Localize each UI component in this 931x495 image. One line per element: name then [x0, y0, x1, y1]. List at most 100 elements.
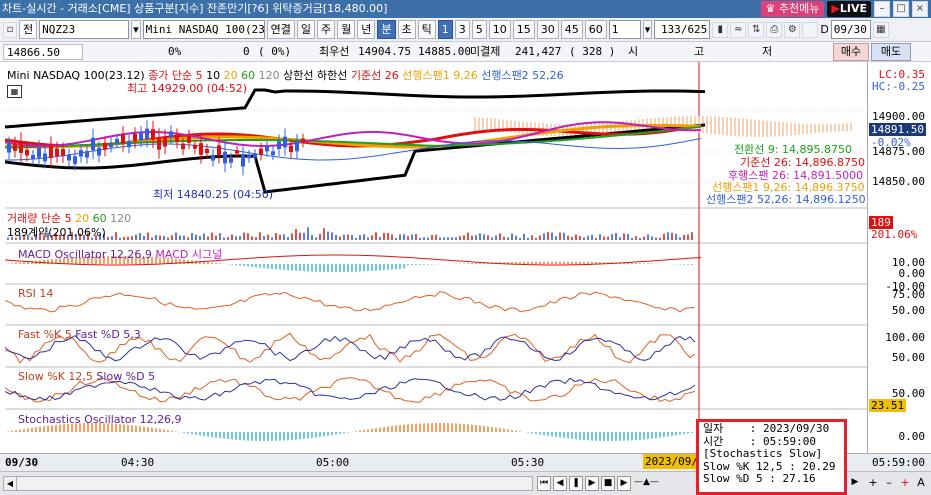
- chart-type-icon[interactable]: ▮: [712, 21, 729, 38]
- candle-body: [43, 153, 47, 162]
- symbol-search-icon[interactable]: ▾: [131, 20, 141, 39]
- week-button[interactable]: 주: [317, 20, 336, 39]
- volume-bar: [115, 232, 117, 240]
- volume-bar: [255, 237, 257, 240]
- scroll-left-icon[interactable]: ◀: [4, 477, 17, 490]
- date-input[interactable]: 09/30: [830, 20, 871, 39]
- compare-icon[interactable]: ⇅: [748, 21, 765, 38]
- tooltip-time-label: 시간: [703, 434, 724, 448]
- stoch-osc-bar: [147, 427, 149, 432]
- interval-5-button[interactable]: 5: [471, 20, 487, 39]
- interval-3-button[interactable]: 3: [454, 20, 470, 39]
- stoch-osc-bar: [243, 432, 245, 441]
- next-icon[interactable]: ▶: [617, 476, 631, 491]
- volume-bar: [367, 237, 369, 240]
- volume-bar: [259, 232, 261, 240]
- tick-button[interactable]: 틱: [417, 20, 436, 39]
- stoch-osc-bar: [403, 424, 405, 432]
- stoch-osc-bar: [331, 432, 333, 436]
- volume-bar: [667, 232, 669, 240]
- value-axis[interactable]: LC:0.35 HC:-0.25 14900.00 14875.00 14850…: [867, 62, 931, 453]
- calendar-icon[interactable]: ▦: [872, 21, 889, 38]
- lock-icon[interactable]: ▫: [3, 21, 17, 38]
- candle-body: [163, 137, 167, 147]
- candle-body: [265, 146, 269, 152]
- auto-icon[interactable]: A: [914, 476, 928, 491]
- macd-bar: [475, 262, 477, 264]
- day-button[interactable]: 일: [296, 20, 316, 39]
- stoch-osc-bar: [27, 428, 29, 432]
- zoom-out-icon[interactable]: –: [882, 476, 896, 491]
- sell-button[interactable]: 매도: [871, 43, 911, 61]
- macd-bar: [635, 263, 637, 264]
- second-button[interactable]: 초: [397, 20, 416, 39]
- volume-bar: [635, 236, 637, 240]
- print-icon[interactable]: ⎙: [766, 21, 783, 38]
- first-icon[interactable]: ⏮: [537, 476, 551, 491]
- link-button[interactable]: 연결: [266, 20, 295, 39]
- interval-30-button[interactable]: 30: [536, 20, 559, 39]
- stoch-osc-bar: [647, 432, 649, 440]
- macd-bar: [367, 264, 369, 272]
- interval-15-button[interactable]: 15: [512, 20, 535, 39]
- macd-bar: [579, 261, 581, 264]
- macd-bar: [403, 264, 405, 269]
- jeon-button[interactable]: 전: [19, 20, 38, 39]
- interval-dropdown-icon[interactable]: ▾: [642, 20, 653, 39]
- macd-bar: [375, 264, 377, 271]
- year-button[interactable]: 년: [357, 20, 376, 39]
- stop-icon[interactable]: ■: [601, 476, 615, 491]
- stoch-osc-bar: [495, 427, 497, 432]
- indicator-icon[interactable]: ≈: [730, 21, 747, 38]
- maximize-button[interactable]: □: [893, 1, 909, 17]
- current-pct-tag: -0.02%: [871, 136, 911, 149]
- best-price-label: 최우선: [319, 45, 350, 58]
- interval-45-button[interactable]: 45: [560, 20, 583, 39]
- zoom-in-icon[interactable]: +: [866, 476, 880, 491]
- tooltip-slow-d: Slow %D 5 : 27.16: [703, 472, 816, 485]
- chart-scrollbar[interactable]: ◀: [3, 476, 533, 491]
- chart-area[interactable]: Mini NASDAQ 100(23.12) 종가 단순 5 10 20 60 …: [0, 62, 931, 453]
- stoch-osc-bar: [463, 423, 465, 432]
- recommend-menu-button[interactable]: ♛ 추천메뉴: [760, 1, 825, 17]
- d-checkbox[interactable]: [802, 21, 819, 38]
- buy-button[interactable]: 매수: [833, 43, 869, 61]
- minimize-button[interactable]: –: [874, 1, 890, 17]
- stoch-osc-bar: [519, 431, 521, 432]
- volume-bar: [127, 236, 129, 240]
- volume-bar: [671, 232, 673, 240]
- stoch-osc-bar: [251, 432, 253, 441]
- stoch-osc-bar: [375, 428, 377, 432]
- close-button[interactable]: ×: [912, 1, 928, 17]
- settings-icon[interactable]: ⚙: [784, 21, 801, 38]
- volume-bar: [275, 233, 277, 240]
- volume-bar: [523, 233, 525, 240]
- zoom-slider[interactable]: —▲—: [634, 476, 694, 491]
- volume-bar: [163, 236, 165, 240]
- volume-bar: [331, 232, 333, 240]
- stoch-osc-bar: [263, 432, 265, 441]
- stoch-osc-bar: [555, 432, 557, 437]
- prev-icon[interactable]: ◀: [553, 476, 567, 491]
- volume-bar: [563, 232, 565, 240]
- candle-body: [139, 132, 143, 141]
- interval-60-button[interactable]: 60: [584, 20, 607, 39]
- volume-bar: [603, 236, 605, 240]
- fast-pane-title: Fast %K 5 Fast %D 5,3: [18, 328, 141, 341]
- symbol-input[interactable]: NQZ23: [39, 20, 130, 39]
- minute-button[interactable]: 분: [377, 20, 396, 39]
- month-button[interactable]: 월: [337, 20, 356, 39]
- interval-input[interactable]: 1: [608, 20, 641, 39]
- interval-1-button[interactable]: 1: [437, 20, 453, 39]
- scroll-right-icon[interactable]: ▶: [848, 476, 862, 491]
- stoch-osc-bar: [211, 432, 213, 438]
- zoom-reset-icon[interactable]: +: [898, 476, 912, 491]
- play-forward-icon[interactable]: ▶: [585, 476, 599, 491]
- count-input[interactable]: 133/625: [654, 20, 711, 39]
- title-controls: ♛ 추천메뉴 ▶LIVE – □ ×: [760, 0, 931, 18]
- grid-icon[interactable]: ▦: [7, 85, 22, 98]
- live-button[interactable]: ▶LIVE: [827, 1, 871, 17]
- interval-10-button[interactable]: 10: [488, 20, 511, 39]
- stoch-osc-bar: [443, 423, 445, 432]
- pause-icon[interactable]: ❚: [569, 476, 583, 491]
